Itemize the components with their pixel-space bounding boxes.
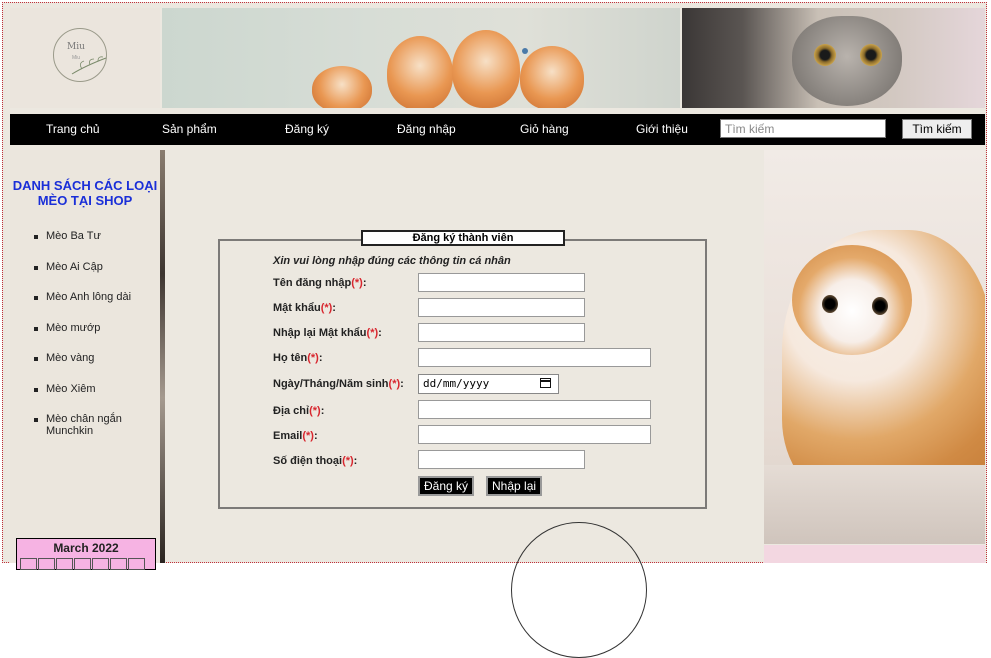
label-fullname: Họ tên(*): [273,352,323,364]
kitten-image [312,66,372,108]
kitten-image [452,30,520,108]
table-surface [764,465,985,544]
birthdate-field[interactable]: dd/mm/yyyy [418,374,559,394]
calendar-cell[interactable] [128,558,145,570]
cat-eye [872,297,888,315]
sidebar-edge-image [160,150,165,563]
nav-home[interactable]: Trang chủ [46,122,100,136]
password-field[interactable] [418,298,585,317]
label-email: Email(*): [273,430,318,442]
logo[interactable]: Miu Miu [10,8,160,108]
nav-about[interactable]: Giới thiệu [636,122,688,136]
calendar-icon[interactable] [540,378,551,388]
sidebar-item-british-longhair[interactable]: Mèo Anh lông dài [32,291,136,322]
calendar-cell[interactable] [20,558,37,570]
sidebar-item-tabby[interactable]: Mèo mướp [32,322,136,353]
register-button[interactable]: Đăng ký [418,476,475,496]
sidebar-item-egyptian[interactable]: Mèo Ai Cập [32,261,136,292]
phone-field[interactable] [418,450,585,469]
search-button[interactable]: Tìm kiếm [902,119,972,139]
sidebar-title: DANH SÁCH CÁC LOẠI MÈO TẠI SHOP [12,178,158,208]
nav-products[interactable]: Sản phẩm [162,122,217,136]
label-confirm-password: Nhập lại Mật khẩu(*): [273,327,382,339]
side-cat-photo [764,150,985,544]
search-input[interactable] [720,119,886,138]
nav-cart[interactable]: Giỏ hàng [520,122,569,136]
sidebar: DANH SÁCH CÁC LOẠI MÈO TẠI SHOP Mèo Ba T… [10,150,160,570]
leaf-branch-icon [71,56,107,75]
fullname-field[interactable] [418,348,651,367]
header-banner-cat [682,8,985,108]
form-legend: Đăng ký thành viên [361,230,565,246]
email-field[interactable] [418,425,651,444]
form-intro: Xin vui lòng nhập đúng các thông tin cá … [273,255,511,267]
calendar-cell[interactable] [56,558,73,570]
decorative-circle [511,522,647,658]
label-birthdate: Ngày/Tháng/Năm sinh(*): [273,378,404,390]
cat-eye [860,44,882,66]
logo-text: Miu [67,42,85,52]
nav-login[interactable]: Đăng nhập [397,122,456,136]
calendar-cell[interactable] [74,558,91,570]
label-phone: Số điện thoại(*): [273,455,358,467]
address-field[interactable] [418,400,651,419]
calendar-day-cells [20,557,146,575]
cat-face-image [792,16,902,106]
sidebar-item-munchkin[interactable]: Mèo chân ngắn Munchkin [32,413,136,444]
reset-button[interactable]: Nhập lại [486,476,543,496]
cat-category-list: Mèo Ba Tư Mèo Ai Cập Mèo Anh lông dài Mè… [32,230,136,444]
calendar-widget: March 2022 [16,538,156,570]
pink-pattern-image [764,545,985,563]
sidebar-item-siamese[interactable]: Mèo Xiêm [32,383,136,414]
calendar-title: March 2022 [53,541,119,555]
username-field[interactable] [418,273,585,292]
sidebar-item-yellow[interactable]: Mèo vàng [32,352,136,383]
nav-register[interactable]: Đăng ký [285,122,329,136]
label-password: Mật khẩu(*): [273,302,336,314]
kitten-image [387,36,453,108]
confirm-password-field[interactable] [418,323,585,342]
label-username: Tên đăng nhập(*): [273,277,367,289]
label-address: Địa chỉ(*): [273,405,325,417]
cat-head-image [792,245,912,355]
date-placeholder: dd/mm/yyyy [423,377,490,390]
top-nav: Trang chủ Sản phẩm Đăng ký Đăng nhập Giỏ… [10,114,985,145]
cat-eye [814,44,836,66]
calendar-cell[interactable] [110,558,127,570]
kitten-image [520,46,584,108]
sidebar-item-persian[interactable]: Mèo Ba Tư [32,230,136,261]
calendar-cell[interactable] [92,558,109,570]
cat-eye [822,295,838,313]
calendar-cell[interactable] [38,558,55,570]
header-banner-kittens [162,8,680,108]
